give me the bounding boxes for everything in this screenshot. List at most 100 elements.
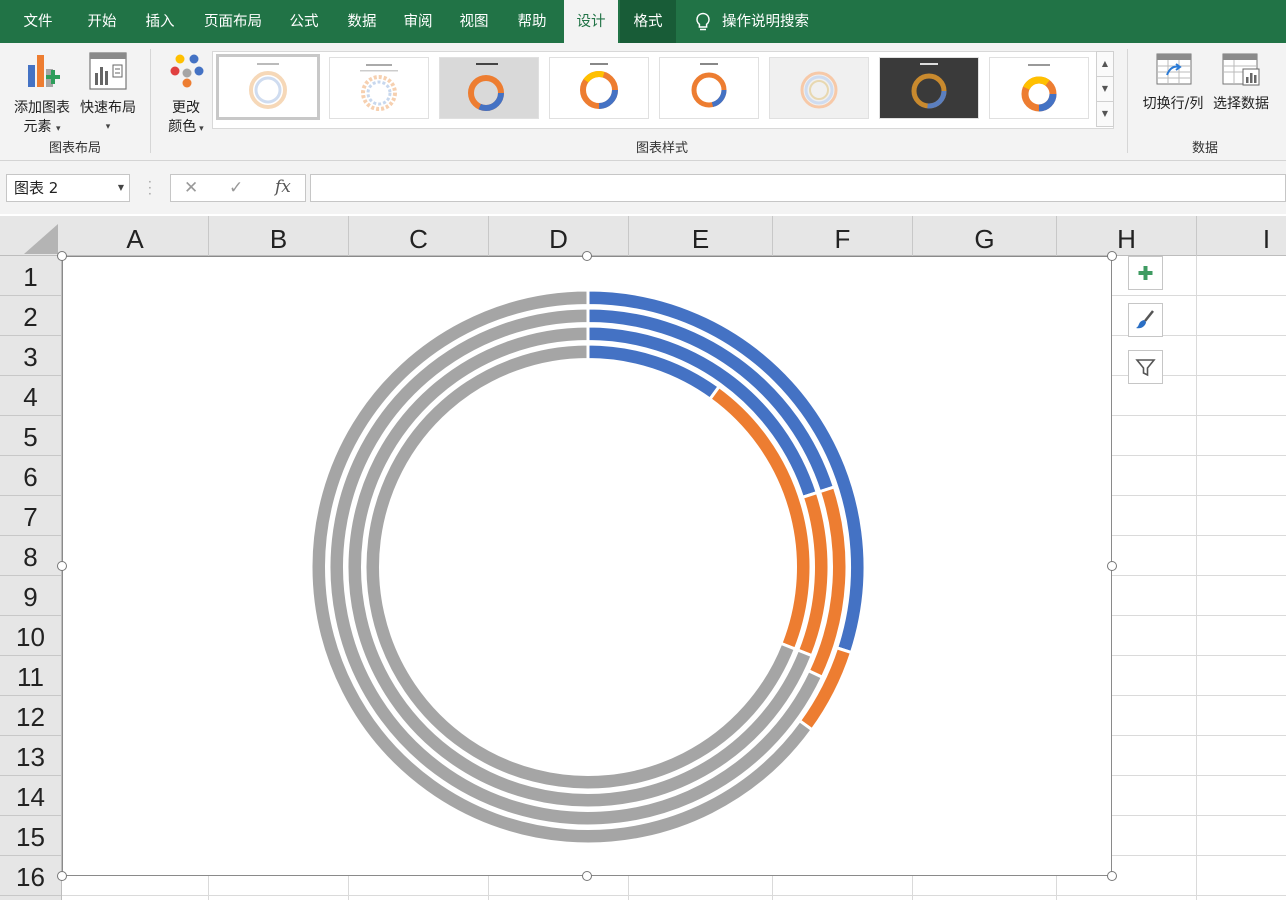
chart-styles-gallery [212,51,1114,129]
name-box-value: 图表 2 [14,179,59,197]
gallery-scroll-up[interactable]: ▲ [1096,51,1114,77]
tab-home[interactable]: 开始 [74,0,130,43]
chart-style-8[interactable] [989,57,1089,119]
chart-style-2[interactable] [329,57,429,119]
row-header-2[interactable]: 2 [0,296,61,336]
column-header-g[interactable]: G [913,216,1057,256]
column-header-f[interactable]: F [773,216,913,256]
chart-area[interactable] [62,256,1112,876]
select-data-label: 选择数据 [1213,96,1269,112]
resize-handle-bottom-right[interactable] [1107,871,1117,881]
change-colors-label-2: 颜色 [168,119,197,135]
tab-file[interactable]: 文件 [10,0,66,43]
row-header-3[interactable]: 3 [0,336,61,376]
row-header-9[interactable]: 9 [0,576,61,616]
ribbon-separator [1127,49,1128,153]
group-label-chart-styles: 图表样式 [635,141,688,156]
row-header-13[interactable]: 13 [0,736,61,776]
chart-style-4[interactable] [549,57,649,119]
chart-style-5[interactable] [659,57,759,119]
chart-style-1[interactable] [216,54,320,120]
formula-bar: 图表 2 ▼ · · · ✕ ✓ fx [0,161,1286,214]
formula-buttons: ✕ ✓ fx [170,174,306,202]
row-header-8[interactable]: 8 [0,536,61,576]
formula-input[interactable] [310,174,1286,202]
ribbon: 添加图表 元素 ▾ 快速布局 ▾ 图表布局 更改 颜色 ▾ ▲ ▼ ▼ 图表样式… [0,43,1286,161]
quick-layout-label: 快速布局 [80,100,136,116]
row-header-16[interactable]: 16 [0,856,61,896]
column-header-h[interactable]: H [1057,216,1197,256]
formula-bar-grip-icon: · · · [148,175,152,201]
column-header-d[interactable]: D [489,216,629,256]
gallery-scroll-down[interactable]: ▼ [1096,76,1114,102]
add-chart-element-icon [28,55,60,87]
chart-style-6[interactable] [769,57,869,119]
row-header-1[interactable]: 1 [0,256,61,296]
resize-handle-top[interactable] [582,251,592,261]
tab-help[interactable]: 帮助 [504,0,560,43]
chart-style-3[interactable] [439,57,539,119]
dropdown-arrow-icon: ▾ [55,124,61,134]
select-data-icon [1222,53,1260,86]
switch-row-column-icon [1156,53,1192,85]
name-box[interactable]: 图表 2 ▼ [6,174,130,202]
row-header-14[interactable]: 14 [0,776,61,816]
resize-handle-bottom-left[interactable] [57,871,67,881]
row-header-5[interactable]: 5 [0,416,61,456]
row-header-4[interactable]: 4 [0,376,61,416]
switch-row-column-button[interactable]: 切换行/列 [1138,51,1208,114]
column-header-e[interactable]: E [629,216,773,256]
select-all-icon[interactable] [24,224,58,254]
tab-data[interactable]: 数据 [336,0,388,43]
ribbon-tab-bar: 文件 开始 插入 页面布局 公式 数据 审阅 视图 帮助 设计 格式 操作说明搜… [0,0,1286,43]
column-header-a[interactable]: A [62,216,209,256]
group-label-data: 数据 [1191,141,1218,156]
chart-elements-button[interactable] [1128,256,1163,290]
cancel-icon[interactable]: ✕ [184,178,198,198]
add-chart-element-button[interactable]: 添加图表 元素 ▾ [8,51,76,139]
lightbulb-icon [696,12,710,31]
column-headers: A B C D E F G H I [0,216,1286,256]
group-label-chart-layout: 图表布局 [48,141,101,156]
filter-icon [1135,359,1156,377]
resize-handle-right[interactable] [1107,561,1117,571]
tell-me-search[interactable]: 操作说明搜索 [722,0,822,43]
ribbon-separator [150,49,151,153]
tab-formulas[interactable]: 公式 [278,0,330,43]
enter-icon[interactable]: ✓ [229,178,243,198]
tab-review[interactable]: 审阅 [392,0,444,43]
resize-handle-bottom[interactable] [582,871,592,881]
tab-design[interactable]: 设计 [564,0,618,43]
insert-function-icon[interactable]: fx [275,177,291,197]
chart-filters-button[interactable] [1128,350,1163,384]
chart-style-7[interactable] [879,57,979,119]
tab-insert[interactable]: 插入 [132,0,188,43]
doughnut-chart[interactable] [63,257,1111,875]
gallery-more-button[interactable]: ▼ [1096,101,1114,127]
resize-handle-top-left[interactable] [57,251,67,261]
add-chart-element-label-1: 添加图表 [14,100,70,116]
select-data-button[interactable]: 选择数据 [1208,51,1274,114]
plus-icon [1138,266,1153,280]
row-header-6[interactable]: 6 [0,456,61,496]
column-header-i[interactable]: I [1197,216,1286,256]
column-header-b[interactable]: B [209,216,349,256]
tab-page-layout[interactable]: 页面布局 [194,0,272,43]
row-header-7[interactable]: 7 [0,496,61,536]
dropdown-arrow-icon[interactable]: ▼ [118,175,124,201]
row-header-15[interactable]: 15 [0,816,61,856]
row-header-11[interactable]: 11 [0,656,61,696]
tab-view[interactable]: 视图 [448,0,500,43]
tab-format[interactable]: 格式 [620,0,676,43]
row-header-10[interactable]: 10 [0,616,61,656]
column-header-c[interactable]: C [349,216,489,256]
chart-styles-button[interactable] [1128,303,1163,337]
row-header-12[interactable]: 12 [0,696,61,736]
resize-handle-left[interactable] [57,561,67,571]
switch-row-column-label: 切换行/列 [1142,96,1204,112]
resize-handle-top-right[interactable] [1107,251,1117,261]
change-colors-label-1: 更改 [172,100,200,116]
palette-icon [170,54,204,88]
change-colors-button[interactable]: 更改 颜色 ▾ [158,51,214,139]
quick-layout-button[interactable]: 快速布局 ▾ [76,51,140,137]
